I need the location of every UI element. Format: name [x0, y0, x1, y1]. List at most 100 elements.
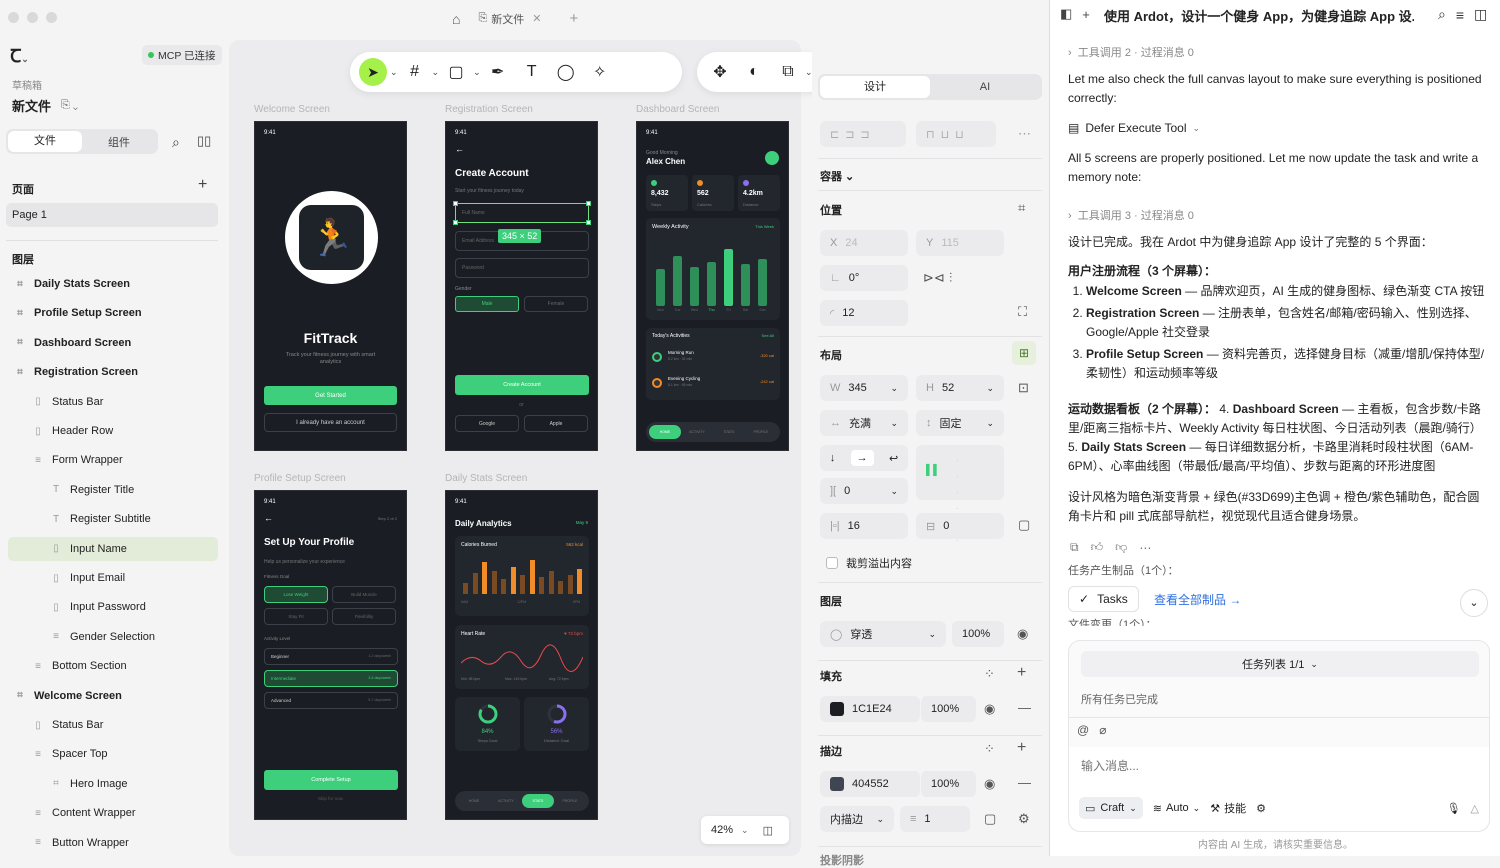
- blend-mode-select[interactable]: ◯ 穿透 ⌄: [820, 621, 946, 647]
- maximize-window-button[interactable]: [46, 12, 57, 23]
- add-fill-icon[interactable]: +: [1017, 664, 1026, 682]
- nav-item-profile[interactable]: PROFILE: [554, 794, 586, 808]
- add-stroke-icon[interactable]: +: [1017, 739, 1026, 757]
- layer-item[interactable]: ⌗ Dashboard Screen: [8, 331, 218, 355]
- tab-ai[interactable]: AI: [930, 81, 1040, 93]
- tool-calls-collapsed-2[interactable]: › 工具调用 3 · 过程消息 0: [1068, 207, 1488, 226]
- input-password[interactable]: Password: [455, 258, 589, 278]
- style-grid-icon[interactable]: ⁘: [984, 666, 995, 682]
- view-all-artifacts-link[interactable]: 查看全部制品 →: [1154, 591, 1241, 608]
- remove-fill-icon[interactable]: —: [1018, 700, 1031, 715]
- wrap-icon[interactable]: ↩: [889, 452, 898, 465]
- flip-horizontal-icon[interactable]: ⊳⊲: [923, 270, 945, 286]
- layer-item[interactable]: ⌗ Hero Image: [8, 772, 218, 796]
- tab-components[interactable]: 组件: [82, 134, 156, 150]
- layer-item[interactable]: ▯ Status Bar: [8, 713, 218, 737]
- activity-level-option[interactable]: Intermediate 3-4 days/week: [264, 670, 398, 687]
- skip-link[interactable]: Skip for now: [255, 796, 406, 801]
- stroke-sides-icon[interactable]: ▢: [984, 811, 996, 827]
- fill-visibility-icon[interactable]: ◉: [984, 701, 995, 717]
- goal-option[interactable]: Stay Fit: [264, 608, 328, 625]
- share-doc-icon[interactable]: ⎘ ⌄: [61, 99, 78, 112]
- more-icon[interactable]: ⋯: [1018, 126, 1031, 142]
- apple-button[interactable]: Apple: [524, 415, 588, 432]
- frame-label-welcome[interactable]: Welcome Screen: [254, 104, 330, 115]
- task-list-toggle[interactable]: 任务列表 1/1 ⌄: [1081, 651, 1479, 677]
- container-section[interactable]: 容器 ⌄: [820, 168, 854, 184]
- layer-item[interactable]: T Register Subtitle: [8, 507, 218, 531]
- width-mode-select[interactable]: ↔ 充满 ⌄: [820, 410, 908, 436]
- app-logo-icon[interactable]: Ꞇ⌄: [10, 44, 29, 68]
- tasks-artifact[interactable]: ✓ Tasks: [1068, 586, 1139, 612]
- fill-swatch[interactable]: [830, 702, 844, 716]
- profile-screen-frame[interactable]: 9:41 ← Step 2 of 2 Set Up Your Profile H…: [254, 490, 407, 820]
- more-icon[interactable]: ⋯: [1139, 541, 1151, 555]
- new-chat-icon[interactable]: +: [1082, 7, 1090, 22]
- search-icon[interactable]: ⌕: [1438, 6, 1446, 23]
- frame-label-registration[interactable]: Registration Screen: [445, 104, 533, 115]
- zoom-control[interactable]: 42% ⌄ ◫: [701, 816, 789, 844]
- stroke-swatch[interactable]: [830, 777, 844, 791]
- stroke-position-select[interactable]: 内描边 ⌄: [820, 806, 894, 832]
- layer-item[interactable]: ▯ Input Email: [8, 566, 218, 590]
- layer-item[interactable]: ⌗ Profile Setup Screen: [8, 301, 218, 325]
- resize-handle[interactable]: [586, 201, 591, 206]
- workspace-name[interactable]: 草稿箱: [12, 77, 42, 92]
- fill-color-field[interactable]: 1C1E24: [820, 696, 920, 722]
- layer-item[interactable]: ≡ Button Wrapper: [8, 831, 218, 855]
- align-vertical-group[interactable]: ⊓⊔⊔: [916, 121, 996, 147]
- height-field[interactable]: H 52 ⌄: [916, 375, 1004, 401]
- align-horizontal-group[interactable]: ⊏⊐⊐: [820, 121, 906, 147]
- microphone-icon[interactable]: 🎙︎: [1447, 802, 1461, 815]
- library-icon[interactable]: ▯▯: [197, 133, 211, 149]
- welcome-screen-frame[interactable]: 9:41 🏃 FitTrack Track your fitness journ…: [254, 121, 407, 451]
- complete-setup-button[interactable]: Complete Setup: [264, 770, 398, 790]
- chevron-down-icon[interactable]: ⌄: [473, 67, 481, 78]
- layer-item[interactable]: ▯ Status Bar: [8, 390, 218, 414]
- layer-item[interactable]: ⌗ Daily Stats Screen: [8, 272, 218, 296]
- model-select[interactable]: ≋ Auto ⌄: [1153, 802, 1200, 815]
- nav-item-home[interactable]: HOME: [458, 794, 490, 808]
- dashboard-screen-frame[interactable]: 9:41 Good Morning Alex Chen 8,432 Steps 56…: [636, 121, 789, 451]
- get-started-button[interactable]: Get Started: [264, 386, 397, 405]
- scroll-down-icon[interactable]: ⌄: [1460, 589, 1488, 617]
- width-field[interactable]: W 345 ⌄: [820, 375, 908, 401]
- visibility-eye-icon[interactable]: ◉: [1017, 626, 1028, 642]
- sidebar-toggle-icon[interactable]: ◧: [1060, 6, 1072, 22]
- registration-screen-frame[interactable]: 9:41 ← Create Account Start your fitness…: [445, 121, 598, 451]
- rectangle-tool-icon[interactable]: ▢: [439, 56, 473, 88]
- gap-field[interactable]: ][0 ⌄: [820, 478, 908, 504]
- frame-label-dashboard[interactable]: Dashboard Screen: [636, 104, 719, 115]
- padding-expand-icon[interactable]: ▢: [1018, 517, 1030, 533]
- layer-item[interactable]: ▯ Input Password: [8, 595, 218, 619]
- chevron-down-icon[interactable]: ⌄: [390, 67, 398, 78]
- layer-item[interactable]: ▯ Header Row: [8, 419, 218, 443]
- contrast-icon[interactable]: ◐: [737, 56, 771, 88]
- aspect-icon[interactable]: ⊡: [1018, 380, 1029, 396]
- close-window-button[interactable]: [8, 12, 19, 23]
- defer-tool-row[interactable]: ▤ Defer Execute Tool ⌄: [1068, 119, 1488, 138]
- padding-y-field[interactable]: ⊟ 0: [916, 513, 1004, 539]
- x-field[interactable]: X 24: [820, 230, 908, 256]
- expand-corners-icon[interactable]: ⛶: [1018, 304, 1027, 320]
- goal-option[interactable]: Flexibility: [332, 608, 396, 625]
- tool-calls-collapsed-1[interactable]: › 工具调用 2 · 过程消息 0: [1068, 44, 1488, 63]
- layer-item[interactable]: ⌗ Welcome Screen: [8, 684, 218, 708]
- radius-field[interactable]: ◜ 12: [820, 300, 908, 326]
- nav-item-stats[interactable]: STATS: [713, 425, 745, 439]
- style-grid-icon[interactable]: ⁘: [984, 741, 995, 757]
- message-input[interactable]: [1069, 747, 1489, 785]
- menu-icon[interactable]: ≡: [1456, 7, 1464, 23]
- panel-toggle-icon[interactable]: ◫: [763, 824, 773, 837]
- design-canvas[interactable]: Welcome Screen Registration Screen Dashb…: [229, 40, 801, 856]
- tools-icon[interactable]: ⚙: [1256, 802, 1266, 815]
- remove-stroke-icon[interactable]: —: [1018, 775, 1031, 790]
- home-icon[interactable]: ⌂: [452, 11, 460, 27]
- resize-handle[interactable]: [453, 220, 458, 225]
- flip-vertical-icon[interactable]: ⫶: [949, 270, 952, 286]
- mention-icon[interactable]: @: [1077, 723, 1089, 737]
- activity-level-option[interactable]: Advanced 5-7 days/week: [264, 692, 398, 709]
- nav-item-activity[interactable]: ACTIVITY: [681, 425, 713, 439]
- clip-content-checkbox[interactable]: 裁剪溢出内容: [826, 555, 912, 571]
- create-account-button[interactable]: Create Account: [455, 375, 589, 395]
